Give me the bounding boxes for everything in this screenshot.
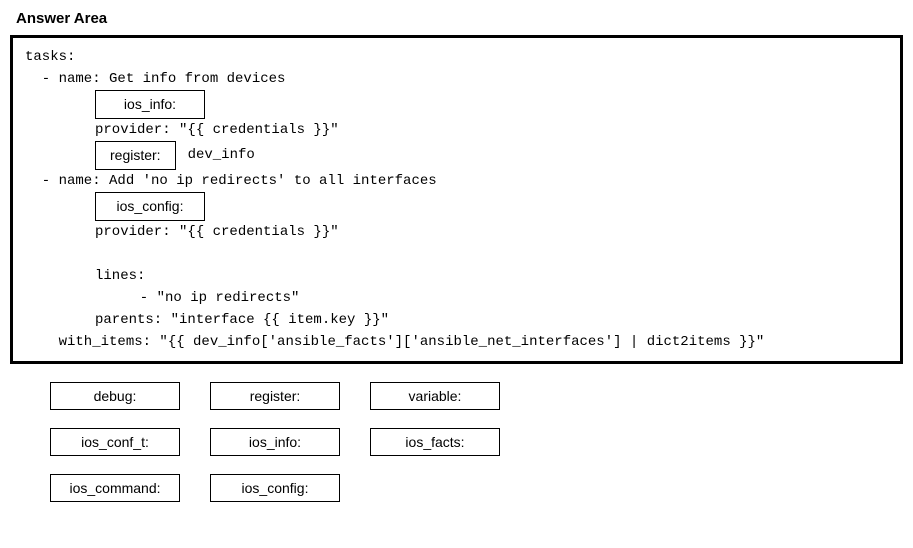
code-parents: parents: "interface {{ item.key }}" (25, 309, 888, 331)
code-slot3-row: ios_config: (25, 192, 888, 221)
blank-line (25, 243, 888, 265)
code-with-items: with_items: "{{ dev_info['ansible_facts'… (25, 331, 888, 353)
options-area: debug: register: variable: ios_conf_t: i… (10, 364, 903, 538)
code-tasks: tasks: (25, 46, 888, 68)
code-provider1: provider: "{{ credentials }}" (25, 119, 888, 141)
code-slot2-row: register: dev_info (25, 141, 888, 170)
drop-slot-2[interactable]: register: (95, 141, 176, 170)
answer-code-box: tasks: - name: Get info from devices ios… (10, 35, 903, 364)
code-task1-name: - name: Get info from devices (25, 68, 888, 90)
options-row-1: debug: register: variable: (50, 382, 863, 410)
code-lines-label: lines: (25, 265, 888, 287)
option-ios-command[interactable]: ios_command: (50, 474, 180, 502)
option-ios-conf-t[interactable]: ios_conf_t: (50, 428, 180, 456)
drop-slot-3[interactable]: ios_config: (95, 192, 205, 221)
code-slot1-row: ios_info: (25, 90, 888, 119)
option-ios-info[interactable]: ios_info: (210, 428, 340, 456)
drop-slot-1[interactable]: ios_info: (95, 90, 205, 119)
options-row-2: ios_conf_t: ios_info: ios_facts: (50, 428, 863, 456)
options-row-3: ios_command: ios_config: (50, 474, 863, 502)
code-lines-value: - "no ip redirects" (25, 287, 888, 309)
option-ios-facts[interactable]: ios_facts: (370, 428, 500, 456)
code-task2-name: - name: Add 'no ip redirects' to all int… (25, 170, 888, 192)
page-title: Answer Area (10, 10, 903, 27)
dev-info-text: dev_info (188, 145, 255, 166)
code-provider2: provider: "{{ credentials }}" (25, 221, 888, 243)
option-debug[interactable]: debug: (50, 382, 180, 410)
option-register[interactable]: register: (210, 382, 340, 410)
option-ios-config[interactable]: ios_config: (210, 474, 340, 502)
option-variable[interactable]: variable: (370, 382, 500, 410)
